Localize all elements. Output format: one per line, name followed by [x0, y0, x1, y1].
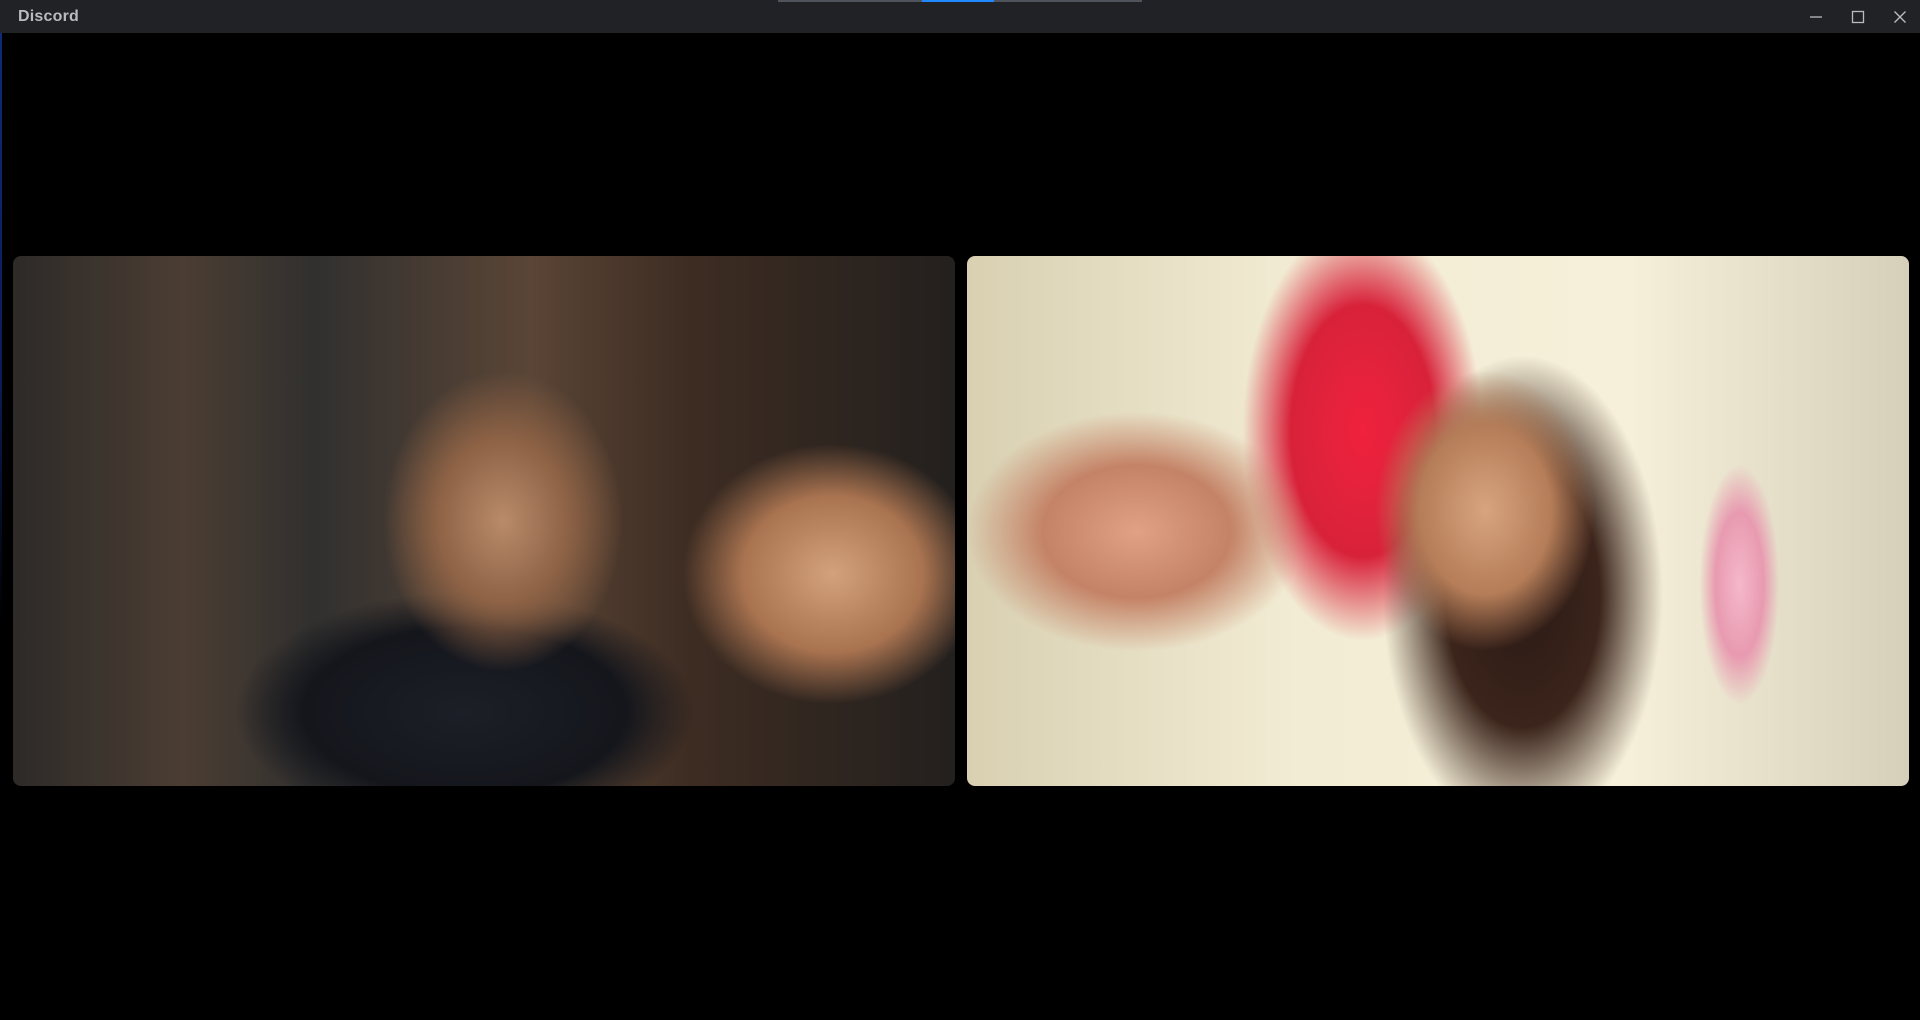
video-tile-1[interactable]: [13, 256, 955, 786]
update-progress-bar: [778, 0, 1142, 2]
video-feed-1: [13, 256, 955, 786]
close-icon: [1893, 10, 1907, 24]
update-progress-fill: [922, 0, 994, 2]
minimize-icon: [1809, 10, 1823, 24]
close-button[interactable]: [1879, 0, 1920, 33]
video-tile-2[interactable]: [967, 256, 1909, 786]
video-feed-2: [967, 256, 1909, 786]
maximize-icon: [1851, 10, 1865, 24]
maximize-button[interactable]: [1837, 0, 1879, 33]
app-title: Discord: [18, 8, 79, 25]
title-bar[interactable]: Discord: [0, 0, 1920, 33]
minimize-button[interactable]: [1795, 0, 1837, 33]
call-stage: [0, 33, 1920, 1020]
discord-window: Discord: [0, 0, 1920, 1020]
